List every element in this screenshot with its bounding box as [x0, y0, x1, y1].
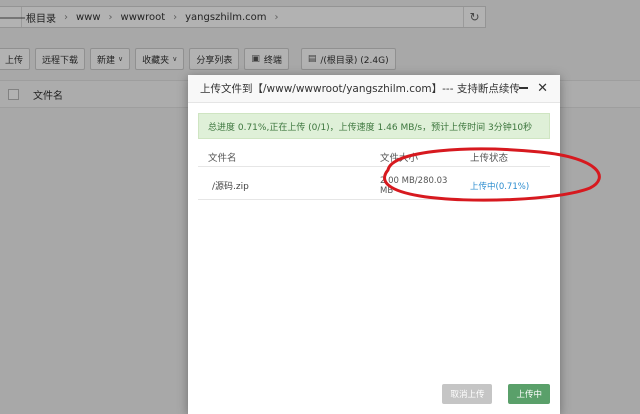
upload-dialog: 上传文件到【/www/wwwroot/yangszhilm.com】--- 支持… [188, 75, 560, 414]
upload-table-header: 文件名 文件大小 上传状态 [198, 147, 550, 167]
dialog-title: 上传文件到【/www/wwwroot/yangszhilm.com】--- 支持… [200, 83, 520, 95]
column-header-filesize: 文件大小 [380, 152, 419, 164]
table-row: /源码.zip 2.00 MB/280.03 MB 上传中(0.71%) [198, 172, 550, 200]
dialog-header: 上传文件到【/www/wwwroot/yangszhilm.com】--- 支持… [188, 75, 560, 103]
minimize-icon[interactable] [519, 87, 528, 89]
cancel-upload-button[interactable]: 取消上传 [442, 384, 493, 404]
upload-file-name: /源码.zip [212, 182, 249, 192]
upload-table: 文件名 文件大小 上传状态 /源码.zip 2.00 MB/280.03 MB … [198, 147, 550, 200]
column-header-status: 上传状态 [470, 152, 509, 164]
dialog-footer: 取消上传 上传中 [442, 384, 550, 404]
upload-status: 上传中(0.71%) [470, 181, 530, 192]
upload-file-size: 2.00 MB/280.03 MB [380, 175, 448, 196]
uploading-button[interactable]: 上传中 [508, 384, 550, 404]
close-icon[interactable]: ✕ [537, 81, 548, 96]
upload-progress-summary: 总进度 0.71%,正在上传 (0/1)，上传速度 1.46 MB/s，预计上传… [198, 113, 550, 139]
column-header-filename: 文件名 [208, 152, 237, 164]
